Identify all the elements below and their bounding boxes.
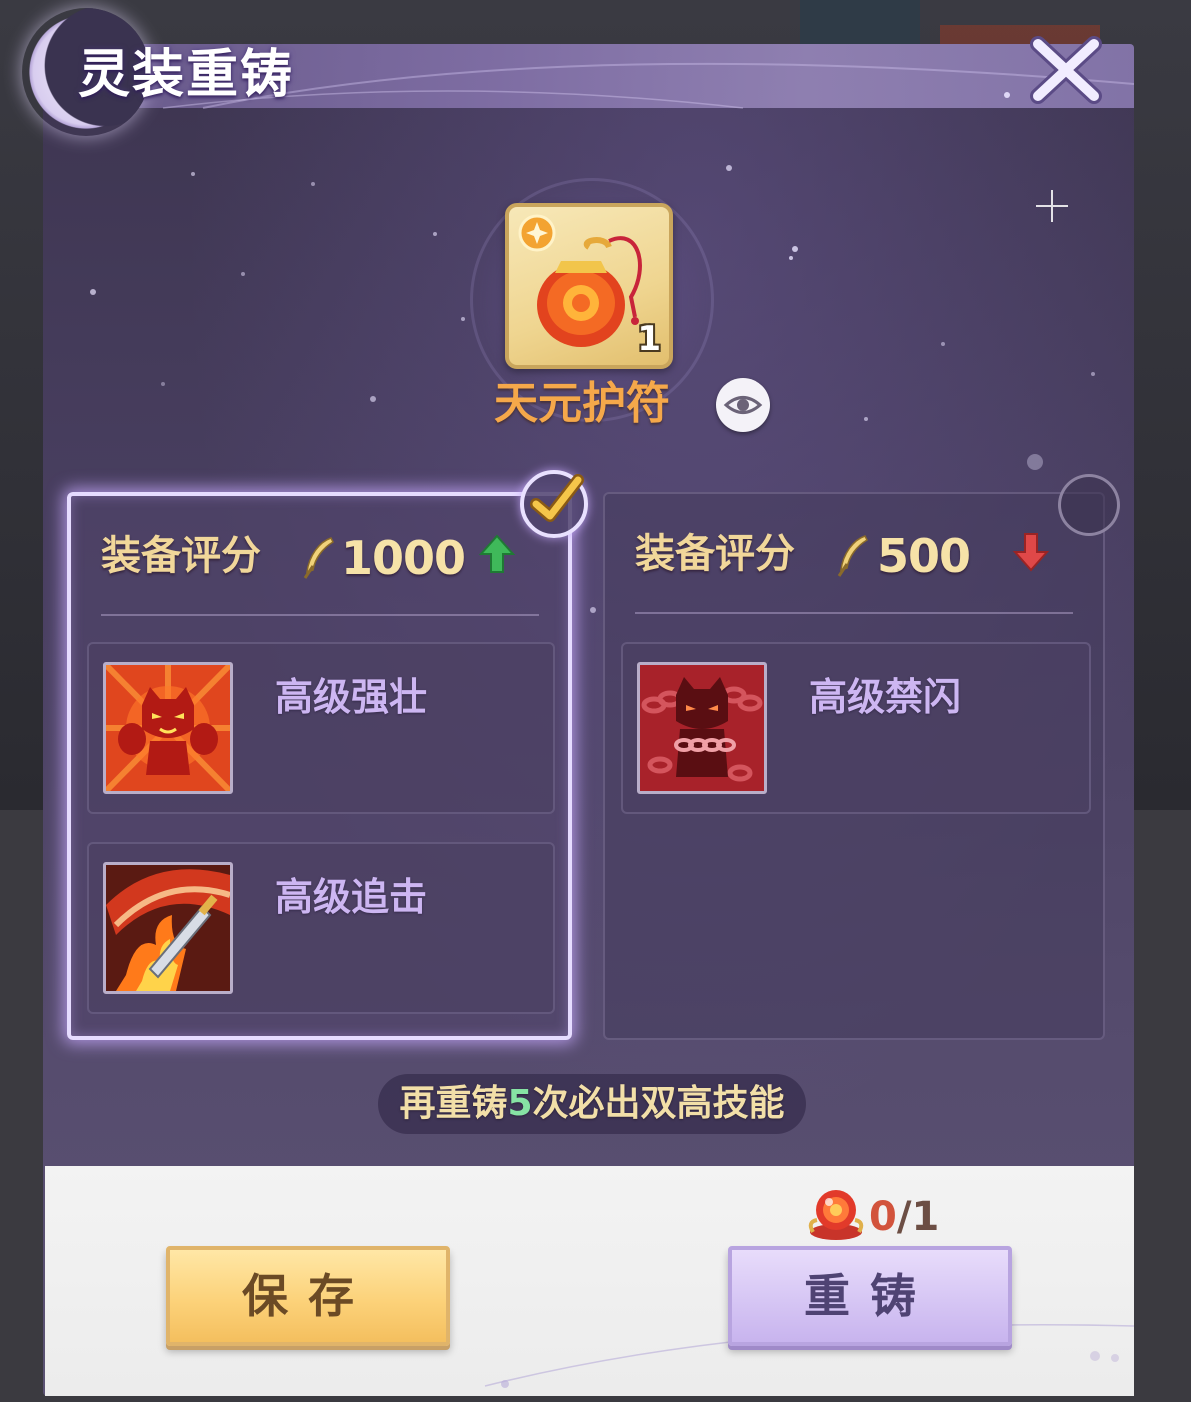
score-label: 装备评分 (101, 533, 261, 579)
unselected-radio[interactable] (1058, 474, 1120, 536)
item-count: 1 (637, 319, 661, 359)
dialog-footer: 保存 0/1 重铸 (45, 1166, 1134, 1396)
score-label: 装备评分 (635, 531, 795, 577)
option-card-new[interactable]: 装备评分 500 高级禁闪 (603, 492, 1105, 1040)
quill-icon (303, 537, 334, 579)
cost-current: 0 (869, 1194, 897, 1240)
skill-row[interactable]: 高级强壮 (87, 642, 555, 814)
check-icon (530, 474, 584, 522)
eye-icon (723, 396, 763, 414)
score-value: 500 (877, 529, 971, 583)
skill-icon-frame (103, 662, 233, 794)
skill-name: 高级追击 (275, 875, 428, 919)
reforge-hint: 再重铸5次必出双高技能 (378, 1074, 806, 1134)
dialog-title: 灵装重铸 (78, 45, 295, 105)
skill-name: 高级强壮 (275, 675, 428, 719)
skill-icon-frame (637, 662, 767, 794)
cost-required: /1 (896, 1194, 940, 1240)
skill-icon-frame (103, 862, 233, 994)
flaming-sword-icon (106, 865, 230, 991)
chained-cat-icon (640, 665, 764, 791)
close-icon (1030, 36, 1102, 104)
reforge-orb-icon (808, 1190, 864, 1240)
skill-name: 高级禁闪 (809, 675, 962, 719)
arrow-up-icon (478, 534, 516, 573)
option-card-current[interactable]: 装备评分 1000 高级强壮 高级追击 (67, 492, 572, 1040)
score-value: 1000 (341, 531, 466, 585)
reforge-cost: 0/1 (869, 1190, 939, 1244)
card-divider (635, 612, 1073, 614)
reforge-button[interactable]: 重铸 (728, 1246, 1012, 1346)
preview-button[interactable] (716, 378, 770, 432)
flexing-cat-icon (106, 665, 230, 791)
hint-suffix: 次必出双高技能 (532, 1083, 785, 1124)
card-divider (101, 614, 539, 616)
save-button[interactable]: 保存 (166, 1246, 450, 1346)
arrow-down-icon (1012, 533, 1050, 572)
skill-row[interactable]: 高级禁闪 (621, 642, 1091, 814)
selected-checkmark[interactable] (520, 470, 588, 538)
close-button[interactable] (1024, 34, 1108, 106)
item-name: 天元护符 (494, 378, 670, 429)
quill-icon (837, 535, 868, 577)
hint-count: 5 (507, 1083, 533, 1124)
hint-prefix: 再重铸 (399, 1083, 508, 1124)
skill-row[interactable]: 高级追击 (87, 842, 555, 1014)
item-slot[interactable]: 1 (505, 203, 673, 369)
